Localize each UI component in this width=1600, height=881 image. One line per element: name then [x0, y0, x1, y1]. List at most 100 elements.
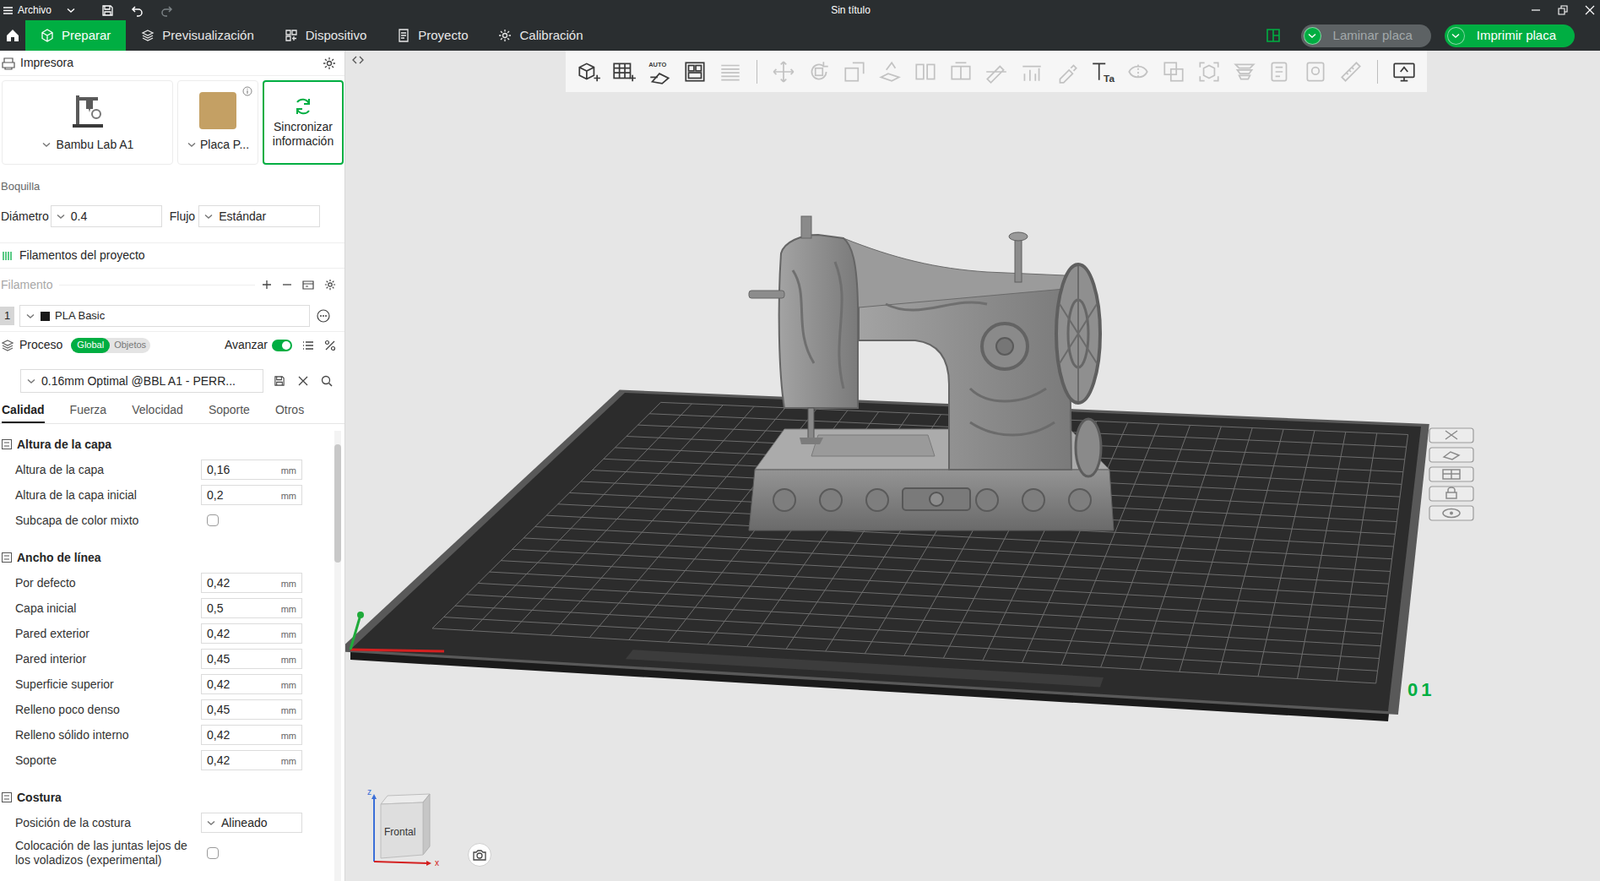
camera-button[interactable]: [467, 842, 492, 867]
diameter-dropdown[interactable]: 0.4: [50, 205, 163, 228]
setting-input[interactable]: 0,42mm: [200, 749, 303, 771]
remove-icon[interactable]: [282, 279, 293, 290]
toolbar-button[interactable]: [801, 54, 837, 90]
redo-icon[interactable]: [160, 4, 174, 17]
arrange-plate-icon[interactable]: [1428, 466, 1475, 483]
toolbar-separator: [1377, 59, 1378, 84]
toolbar-button[interactable]: [978, 54, 1015, 90]
toolbar-button[interactable]: [677, 54, 713, 90]
lock-plate-icon[interactable]: [1428, 485, 1475, 502]
undo-icon[interactable]: [130, 4, 144, 17]
layout-icon[interactable]: [1265, 27, 1281, 44]
plate-number[interactable]: 01: [1407, 675, 1435, 704]
setting-input[interactable]: 0,45mm: [200, 648, 303, 669]
file-menu[interactable]: Archivo: [2, 2, 76, 18]
section-header[interactable]: Costura: [0, 784, 333, 810]
setting-checkbox[interactable]: [206, 514, 219, 527]
nav-tab[interactable]: Calibración: [482, 20, 598, 51]
setting-dropdown[interactable]: Alineado: [200, 812, 303, 833]
nav-tab[interactable]: Dispositivo: [269, 20, 383, 51]
setting-input[interactable]: 0,2mm: [200, 484, 303, 505]
process-tab[interactable]: Otros: [275, 398, 304, 424]
setting-input[interactable]: 0,42mm: [200, 724, 303, 745]
toolbar-button[interactable]: [712, 54, 749, 90]
home-button[interactable]: [0, 20, 26, 51]
toolbar-button[interactable]: [606, 54, 642, 90]
process-tab[interactable]: Calidad: [1, 398, 45, 424]
3d-viewport[interactable]: AUTO Ta 01 Frontalzx: [345, 50, 1600, 881]
dropdown-toggle[interactable]: [1303, 27, 1322, 45]
plate-select[interactable]: Placa P...: [186, 135, 250, 154]
setting-input[interactable]: 0,42mm: [200, 572, 303, 593]
process-tab[interactable]: Fuerza: [70, 398, 108, 424]
nav-tab[interactable]: Proyecto: [381, 20, 483, 51]
setting-input[interactable]: 0,42mm: [200, 623, 303, 644]
gear-icon[interactable]: [324, 278, 337, 291]
close-icon[interactable]: [1584, 5, 1595, 16]
toolbar-button[interactable]: [765, 54, 802, 90]
toolbar-button[interactable]: [1297, 54, 1334, 90]
toolbar-button[interactable]: [1333, 54, 1369, 90]
save-preset-icon[interactable]: [273, 374, 286, 387]
process-tab[interactable]: Soporte: [208, 398, 250, 424]
toolbar-button[interactable]: AUTO: [641, 54, 678, 90]
printer-card[interactable]: Bambu Lab A1: [1, 80, 174, 165]
search-icon[interactable]: [320, 374, 333, 387]
printer-select[interactable]: Bambu Lab A1: [41, 135, 135, 154]
scope-option[interactable]: Objetos: [109, 337, 151, 353]
minimize-icon[interactable]: [1530, 5, 1541, 16]
filament-sync-icon[interactable]: [302, 278, 315, 291]
scrollbar-thumb[interactable]: [334, 444, 342, 563]
plate-settings-icon[interactable]: [1428, 504, 1475, 521]
toolbar-button[interactable]: [1155, 54, 1192, 90]
dropdown-toggle[interactable]: [1447, 27, 1465, 45]
toolbar-button[interactable]: [1262, 54, 1298, 90]
setting-input[interactable]: 0,45mm: [200, 699, 303, 720]
setting-checkbox[interactable]: [206, 846, 219, 859]
toolbar-button[interactable]: [1014, 54, 1050, 90]
percent-icon[interactable]: [324, 339, 337, 352]
delete-plate-icon[interactable]: [1428, 427, 1475, 444]
filament-dropdown[interactable]: PLA Basic: [19, 304, 310, 327]
toolbar-button[interactable]: [836, 54, 873, 90]
print-button[interactable]: Imprimir placa: [1444, 24, 1575, 48]
save-icon[interactable]: [101, 4, 114, 17]
list-icon[interactable]: [302, 339, 315, 352]
preset-dropdown[interactable]: 0.16mm Optimal @BBL A1 - PERR...: [20, 368, 264, 393]
nav-tab[interactable]: Preparar: [25, 20, 126, 51]
toolbar-button[interactable]: [1049, 54, 1085, 90]
advanced-switch[interactable]: [271, 339, 293, 352]
toolbar-button[interactable]: [1191, 54, 1227, 90]
setting-input[interactable]: 0,5mm: [200, 597, 303, 619]
toolbar-button[interactable]: [943, 54, 979, 90]
add-icon[interactable]: [261, 279, 272, 290]
gear-icon[interactable]: [322, 56, 337, 71]
scrollbar[interactable]: [334, 430, 342, 881]
toolbar-button[interactable]: [1386, 54, 1422, 90]
delete-preset-icon[interactable]: [298, 375, 309, 386]
toolbar-button[interactable]: [872, 54, 908, 90]
process-tab[interactable]: Velocidad: [131, 398, 184, 424]
toolbar-button[interactable]: [1120, 54, 1156, 90]
toolbar-button[interactable]: Ta: [1084, 54, 1121, 90]
flow-dropdown[interactable]: Estándar: [198, 205, 320, 228]
section-header[interactable]: Ancho de línea: [0, 544, 333, 570]
toolbar-button[interactable]: [1226, 54, 1263, 90]
scope-option[interactable]: Global: [70, 337, 110, 353]
section-header[interactable]: Altura de la capa: [0, 431, 333, 457]
slice-button[interactable]: Laminar placa: [1301, 24, 1432, 48]
info-icon[interactable]: [242, 86, 253, 97]
toolbar-button[interactable]: [570, 54, 607, 90]
scene-canvas[interactable]: [345, 50, 1600, 881]
setting-input[interactable]: 0,42mm: [200, 673, 303, 695]
collapse-button[interactable]: [350, 52, 366, 68]
sync-button[interactable]: Sincronizar información: [262, 80, 344, 165]
orient-plate-icon[interactable]: [1428, 446, 1475, 463]
view-cube[interactable]: Frontalzx: [365, 785, 447, 870]
plate-card[interactable]: Placa P...: [177, 80, 259, 165]
toolbar-button[interactable]: [907, 54, 944, 90]
more-icon[interactable]: [316, 309, 331, 323]
nav-tab[interactable]: Previsualización: [125, 20, 269, 51]
setting-input[interactable]: 0,16mm: [200, 459, 303, 480]
restore-icon[interactable]: [1557, 5, 1568, 16]
